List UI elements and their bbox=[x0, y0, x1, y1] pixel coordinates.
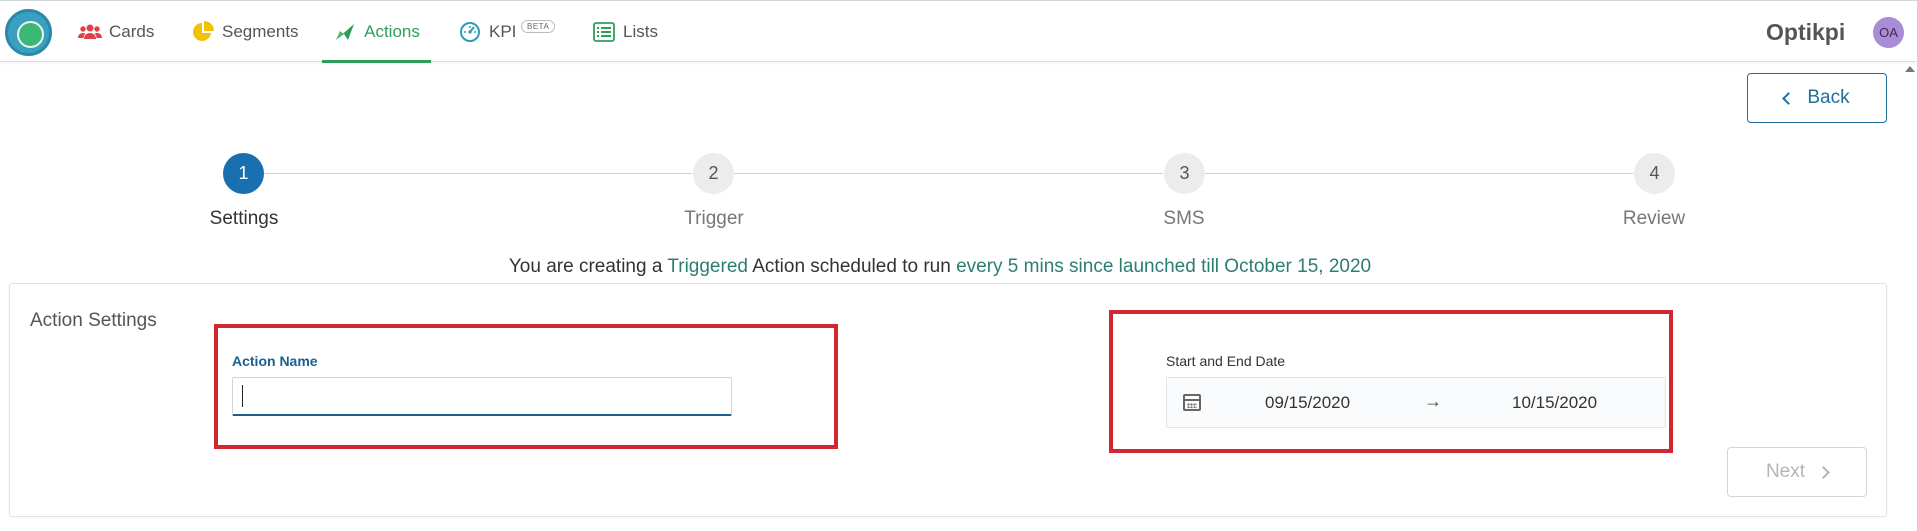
panel-title: Action Settings bbox=[30, 310, 157, 331]
nav-label-segments: Segments bbox=[222, 22, 299, 41]
calendar-icon bbox=[1183, 394, 1201, 411]
step-3-label: SMS bbox=[1163, 208, 1205, 229]
step-connector bbox=[1205, 173, 1633, 174]
start-date[interactable]: 09/15/2020 bbox=[1265, 393, 1350, 413]
step-2-label: Trigger bbox=[684, 208, 744, 229]
date-range-picker[interactable]: 09/15/2020 → 10/15/2020 bbox=[1166, 377, 1666, 428]
action-name-label: Action Name bbox=[232, 353, 318, 369]
nav-label-cards: Cards bbox=[109, 22, 155, 41]
date-range-label: Start and End Date bbox=[1166, 353, 1286, 369]
nav-item-cards[interactable]: Cards bbox=[78, 1, 154, 63]
step-4-label: Review bbox=[1622, 208, 1686, 229]
summary-prefix: You are creating a bbox=[508, 256, 663, 277]
end-date[interactable]: 10/15/2020 bbox=[1512, 393, 1597, 413]
pie-chart-icon bbox=[191, 21, 215, 42]
brand-name: Optikpi bbox=[1766, 19, 1846, 45]
summary-schedule: every 5 mins since launched till October… bbox=[956, 256, 1372, 277]
nav-label-actions: Actions bbox=[364, 22, 420, 41]
next-button-label: Next bbox=[1765, 461, 1806, 482]
action-name-input[interactable] bbox=[232, 377, 732, 416]
nav-item-kpi[interactable]: KPI BETA bbox=[458, 1, 556, 63]
step-3-circle[interactable]: 3 bbox=[1164, 153, 1205, 194]
scrollbar-up-arrow[interactable] bbox=[1905, 66, 1915, 72]
speedometer-icon bbox=[458, 22, 482, 42]
avatar[interactable]: OA bbox=[1873, 17, 1904, 48]
chevron-left-icon bbox=[1782, 92, 1796, 105]
step-1-circle[interactable]: 1 bbox=[223, 153, 264, 194]
list-icon bbox=[592, 22, 616, 42]
nav-label-lists: Lists bbox=[623, 22, 658, 41]
nav-item-actions[interactable]: Actions bbox=[322, 1, 431, 63]
summary-action-type: Triggered bbox=[667, 256, 748, 277]
chevron-right-icon bbox=[1817, 465, 1830, 479]
send-icon bbox=[333, 22, 357, 42]
back-button-label: Back bbox=[1807, 87, 1850, 108]
step-2-circle[interactable]: 2 bbox=[693, 153, 734, 194]
nav-item-lists[interactable]: Lists bbox=[592, 1, 658, 63]
nav-label-kpi: KPI bbox=[489, 22, 517, 41]
step-connector bbox=[263, 173, 692, 174]
next-button[interactable]: Next bbox=[1727, 447, 1867, 497]
top-navbar: Cards Segments Actions KPI BETA Lists Op… bbox=[0, 0, 1917, 63]
step-connector bbox=[734, 173, 1163, 174]
beta-badge: BETA bbox=[521, 20, 556, 33]
step-4-circle[interactable]: 4 bbox=[1634, 153, 1675, 194]
nav-item-segments[interactable]: Segments bbox=[191, 1, 299, 63]
arrow-right-icon: → bbox=[1424, 391, 1442, 411]
text-caret bbox=[242, 385, 243, 407]
back-button[interactable]: Back bbox=[1747, 73, 1887, 123]
summary-middle: Action scheduled to run bbox=[752, 256, 951, 277]
step-1-label: Settings bbox=[209, 208, 279, 229]
app-logo[interactable] bbox=[5, 9, 52, 56]
users-icon bbox=[78, 22, 102, 42]
action-summary: You are creating a Triggered Action sche… bbox=[0, 256, 1880, 278]
